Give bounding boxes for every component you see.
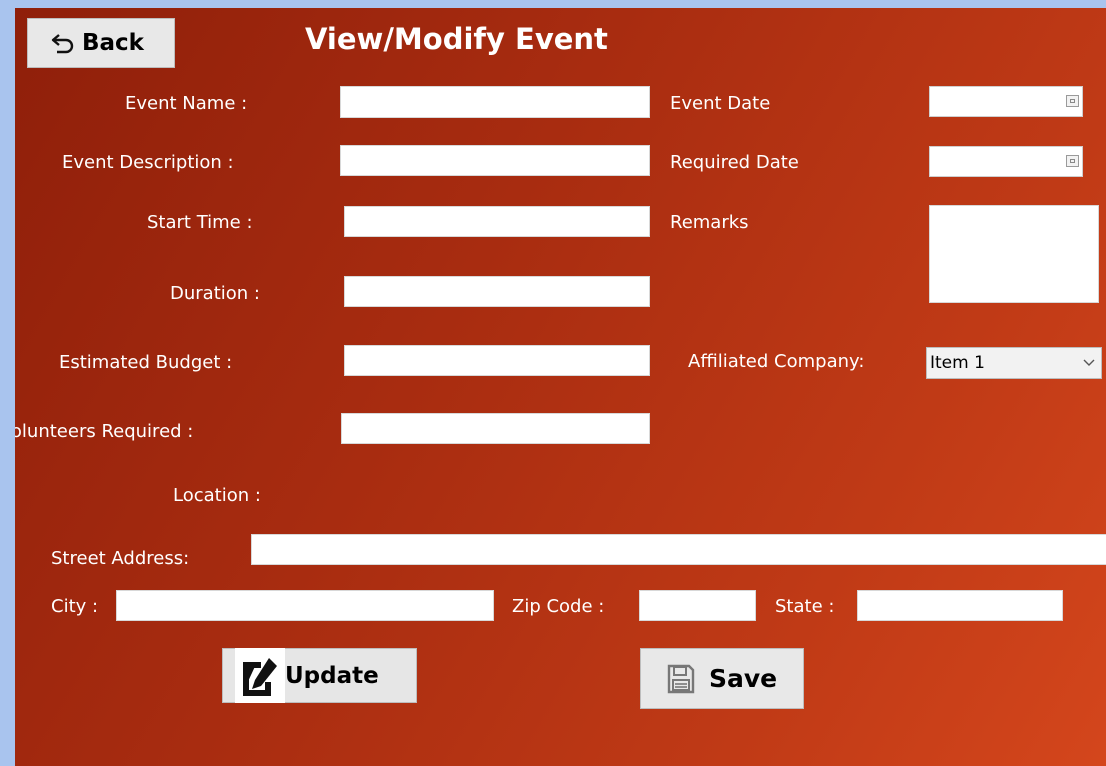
- page-title: View/Modify Event: [305, 22, 608, 56]
- start-time-label: Start Time :: [147, 212, 253, 233]
- floppy-disk-icon: [667, 664, 695, 694]
- remarks-label: Remarks: [670, 212, 749, 233]
- event-date-picker[interactable]: [929, 86, 1083, 117]
- affiliated-company-select[interactable]: Item 1: [926, 347, 1102, 379]
- state-label: State :: [775, 596, 835, 617]
- remarks-textarea[interactable]: [929, 205, 1099, 303]
- save-label: Save: [709, 664, 778, 693]
- back-label: Back: [82, 30, 144, 56]
- update-label: Update: [285, 662, 379, 689]
- estimated-budget-input[interactable]: [344, 345, 650, 376]
- city-label: City :: [51, 596, 99, 617]
- city-input[interactable]: [116, 590, 494, 621]
- required-date-label: Required Date: [670, 152, 799, 173]
- required-date-picker[interactable]: [929, 146, 1083, 177]
- volunteers-required-input[interactable]: [341, 413, 650, 444]
- event-name-input[interactable]: [340, 86, 650, 118]
- update-button[interactable]: Update: [222, 648, 417, 703]
- estimated-budget-label: Estimated Budget :: [59, 352, 233, 373]
- affiliated-company-label: Affiliated Company:: [688, 351, 865, 372]
- calendar-icon[interactable]: [1066, 95, 1079, 107]
- state-input[interactable]: [857, 590, 1063, 621]
- edit-icon: [235, 648, 285, 703]
- street-address-label: Street Address:: [51, 548, 190, 569]
- undo-arrow-icon: [50, 30, 76, 56]
- back-button[interactable]: Back: [27, 18, 175, 68]
- save-button[interactable]: Save: [640, 648, 804, 709]
- zip-code-label: Zip Code :: [512, 596, 605, 617]
- street-address-input[interactable]: [251, 534, 1106, 565]
- zip-code-input[interactable]: [639, 590, 756, 621]
- event-description-label: Event Description :: [62, 152, 234, 173]
- event-date-label: Event Date: [670, 93, 771, 114]
- duration-label: Duration :: [170, 283, 260, 304]
- location-label: Location :: [173, 485, 261, 506]
- affiliated-company-selected: Item 1: [930, 353, 985, 373]
- start-time-input[interactable]: [344, 206, 650, 237]
- event-name-label: Event Name :: [125, 93, 248, 114]
- duration-input[interactable]: [344, 276, 650, 307]
- event-form-panel: Back View/Modify Event Event Name : Even…: [15, 8, 1106, 766]
- event-description-input[interactable]: [340, 145, 650, 176]
- chevron-down-icon: [1083, 348, 1095, 389]
- volunteers-required-label: Volunteers Required :: [15, 421, 194, 442]
- calendar-icon[interactable]: [1066, 155, 1079, 167]
